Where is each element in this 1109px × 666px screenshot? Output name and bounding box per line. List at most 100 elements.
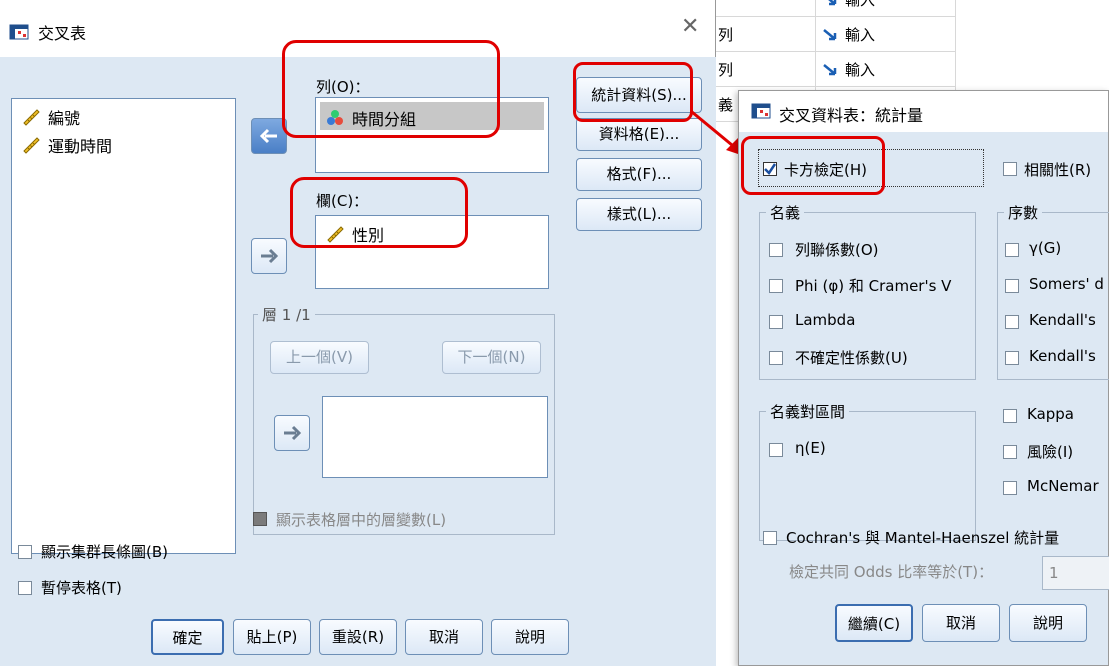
list-item[interactable]: 運動時間 [22,133,112,157]
ok-button[interactable]: 確定 [151,619,224,655]
cell-text: 輸入 [845,61,876,79]
contingency-label: 列聯係數(O) [795,241,879,259]
crosstabs-icon [751,103,771,119]
lambda-checkbox[interactable] [769,315,783,329]
suppress-tables-checkbox[interactable] [18,581,32,595]
columns-label: 欄(C)： [316,192,369,210]
list-item[interactable]: 編號 [22,105,80,129]
cancel-button[interactable]: 取消 [405,619,483,655]
somers-checkbox[interactable] [1005,279,1019,293]
kappa-label: Kappa [1027,405,1074,423]
kendall-b-label: Kendall's [1029,311,1096,329]
measure-cell: 輸入 [823,24,875,45]
help-button[interactable]: 說明 [491,619,569,655]
move-to-rows-button[interactable] [251,118,287,154]
table-row: 輸入 [715,0,955,17]
interval-title: 名義對區間 [766,401,850,422]
gamma-checkbox[interactable] [1005,243,1019,257]
cell-text: 輸入 [845,26,876,44]
arrow-right-icon [284,425,302,441]
scale-ruler-icon [327,226,344,243]
next-layer-button[interactable]: 下一個(N) [442,341,541,374]
cells-button[interactable]: 資料格(E)... [576,118,702,151]
show-layer-checkbox[interactable] [253,512,267,526]
previous-layer-button[interactable]: 上一個(V) [270,341,369,374]
list-item[interactable]: 性別 [326,222,384,246]
table-row: 列 輸入 [715,17,955,52]
chi-square-label: 卡方檢定(H) [784,161,867,179]
checkmark-icon [764,163,777,175]
risk-label: 風險(I) [1027,443,1074,461]
list-item[interactable]: 時間分組 [326,106,416,130]
statistics-button[interactable]: 統計資料(S)... [576,77,702,113]
nominal-interval-group [759,411,976,541]
correlations-checkbox[interactable] [1003,162,1017,176]
crosstabs-icon [9,24,29,40]
cancel-button[interactable]: 取消 [922,604,1000,642]
scale-ruler-icon [23,137,40,154]
input-arrow-icon [823,28,837,40]
cell-text: 列 [718,26,734,44]
columns-list[interactable]: 性別 [315,215,549,289]
dialog-title: 交叉資料表：統計量 [779,106,924,125]
paste-button[interactable]: 貼上(P) [233,619,311,655]
scale-ruler-icon [23,109,40,126]
variable-label: 性別 [352,226,385,245]
measure-cell: 輸入 [823,59,875,80]
dialog-title: 交叉表 [38,24,87,43]
variable-label: 運動時間 [48,137,113,156]
cmh-label: Cochran's 與 Mantel-Haenszel 統計量 [786,529,1060,547]
phi-checkbox[interactable] [769,279,783,293]
variable-label: 編號 [48,109,81,128]
help-button[interactable]: 說明 [1009,604,1087,642]
format-button[interactable]: 格式(F)... [576,158,702,191]
chi-square-checkbox[interactable] [763,162,777,176]
input-arrow-icon [828,0,837,5]
close-icon[interactable]: ✕ [681,16,701,38]
mcnemar-label: McNemar [1027,477,1099,495]
input-arrow-icon [823,63,837,75]
mcnemar-checkbox[interactable] [1003,481,1017,495]
style-button[interactable]: 樣式(L)... [576,198,702,231]
cell-text: 輸入 [845,0,876,9]
nominal-title: 名義 [766,202,805,223]
somers-label: Somers' d [1029,275,1104,293]
source-variable-list[interactable]: 編號 運動時間 [11,98,236,554]
risk-checkbox[interactable] [1003,445,1017,459]
title-bar: 交叉表 ✕ [0,0,715,57]
cell-text: 列 [718,61,734,79]
phi-label: Phi (φ) 和 Cramer's V [795,277,952,295]
uncertainty-checkbox[interactable] [769,351,783,365]
show-layer-label: 顯示表格層中的層變數(L) [276,511,447,529]
kendall-b-checkbox[interactable] [1005,315,1019,329]
suppress-tables-label: 暫停表格(T) [41,579,122,597]
kappa-checkbox[interactable] [1003,409,1017,423]
continue-button[interactable]: 繼續(C) [835,604,913,642]
arrow-left-icon [259,128,277,144]
move-to-layer-button[interactable] [274,415,310,451]
eta-label: η(E) [795,439,826,457]
arrow-right-icon [261,248,279,264]
cmh-checkbox[interactable] [763,531,777,545]
layer-label: 層 1 /1 [258,304,315,325]
kendall-c-label: Kendall's [1029,347,1096,365]
odds-ratio-label: 檢定共同 Odds 比率等於(T)： [789,563,994,581]
kendall-c-checkbox[interactable] [1005,351,1019,365]
odds-ratio-input[interactable]: 1 [1042,556,1109,590]
variable-label: 時間分組 [352,110,417,129]
contingency-checkbox[interactable] [769,243,783,257]
crosstabs-dialog: 交叉表 ✕ 編號 運動時間 列(O)： 時間分組 欄(C)： 性別 層 1 /1… [0,0,716,666]
correlations-label: 相關性(R) [1024,161,1092,179]
rows-list[interactable]: 時間分組 [315,97,549,173]
reset-button[interactable]: 重設(R) [319,619,397,655]
move-to-columns-button[interactable] [251,238,287,274]
eta-checkbox[interactable] [769,443,783,457]
ordinal-icon [327,110,343,125]
statistics-dialog: 交叉資料表：統計量 卡方檢定(H) 相關性(R) 名義 列聯係數(O) Phi … [738,90,1109,666]
layer-list[interactable] [322,396,548,478]
gamma-label: γ(G) [1029,239,1062,257]
uncertainty-label: 不確定性係數(U) [795,349,908,367]
clustered-bar-checkbox[interactable] [18,545,32,559]
rows-label: 列(O)： [316,78,370,96]
ordinal-title: 序數 [1004,202,1043,223]
